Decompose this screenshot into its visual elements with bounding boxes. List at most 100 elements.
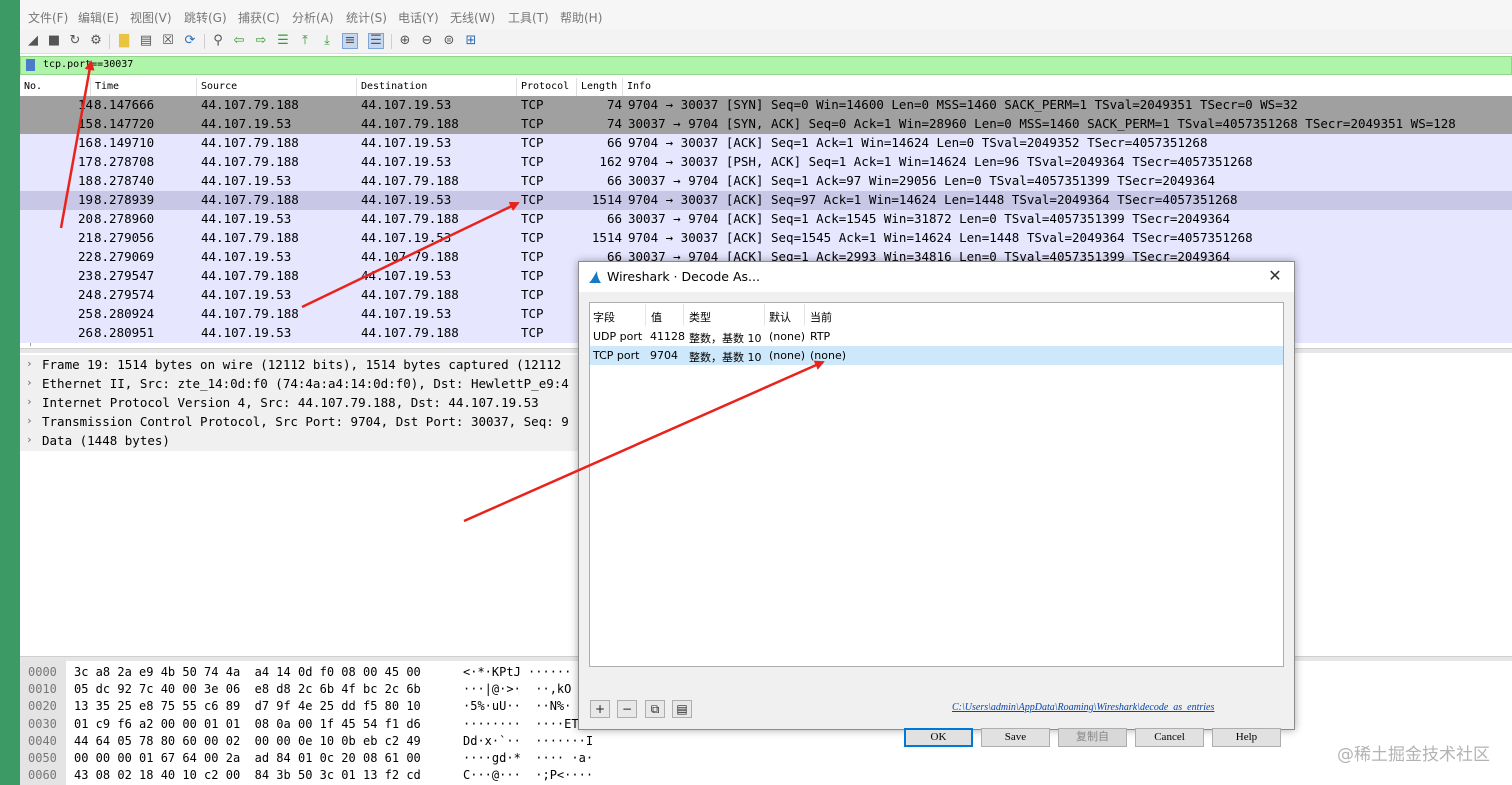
display-filter-input[interactable]: tcp.port==30037 <box>43 59 133 70</box>
menu-file[interactable]: 文件(F) <box>28 9 68 26</box>
packet-time: 8.280924 <box>94 306 155 321</box>
decode-row-udp[interactable]: UDP port 41128 整数，基数 10 (none) RTP <box>590 327 1283 346</box>
bytes-off[interactable]: 0050 <box>28 751 57 765</box>
menu-capture[interactable]: 捕获(C) <box>238 9 280 26</box>
bytes-hex[interactable]: 44 64 05 78 80 60 00 02 00 00 0e 10 0b e… <box>74 734 421 748</box>
bytes-ascii[interactable]: <·*·KPtJ ······ <box>463 665 571 679</box>
go-to-packet-icon[interactable]: ☰ <box>275 33 291 49</box>
save-button[interactable]: Save <box>981 728 1050 747</box>
bytes-off[interactable]: 0010 <box>28 682 57 696</box>
bytes-ascii[interactable]: Dd·x·`·· ·······I <box>463 734 593 748</box>
expand-arrow-icon[interactable]: › <box>26 433 33 446</box>
col-no[interactable]: No. <box>24 81 42 92</box>
menu-wireless[interactable]: 无线(W) <box>450 9 495 26</box>
bytes-off[interactable]: 0040 <box>28 734 57 748</box>
zoom-in-icon[interactable]: ⊕ <box>397 33 413 49</box>
go-forward-icon[interactable]: ⇨ <box>253 33 269 49</box>
row-current[interactable]: RTP <box>810 330 830 343</box>
reload-file-icon[interactable]: ⟳ <box>182 33 198 49</box>
packet-row[interactable]: 20 8.278960 44.107.19.53 44.107.79.188 TCP 66… <box>20 210 1512 229</box>
packet-row[interactable]: 19 8.278939 44.107.79.188 44.107.19.53 TCP 15… <box>20 191 1512 210</box>
bytes-hex[interactable]: 3c a8 2a e9 4b 50 74 4a a4 14 0d f0 08 0… <box>74 665 421 679</box>
close-file-icon[interactable]: ☒ <box>160 33 176 49</box>
close-icon[interactable]: ✕ <box>1266 266 1284 285</box>
remove-entry-button[interactable]: − <box>617 700 637 718</box>
bytes-hex[interactable]: 00 00 00 01 67 64 00 2a ad 84 01 0c 20 0… <box>74 751 421 765</box>
packet-row[interactable]: 21 8.279056 44.107.79.188 44.107.19.53 TCP 15… <box>20 229 1512 248</box>
zoom-out-icon[interactable]: ⊖ <box>419 33 435 49</box>
menu-help[interactable]: 帮助(H) <box>560 9 602 26</box>
packet-list-header: No. Time Source Destination Protocol Len… <box>20 78 1512 97</box>
cancel-button[interactable]: Cancel <box>1135 728 1204 747</box>
display-filter-bar[interactable]: tcp.port==30037 <box>20 56 1512 75</box>
col-info[interactable]: Info <box>627 81 651 92</box>
bytes-off[interactable]: 0020 <box>28 699 57 713</box>
bytes-ascii[interactable]: ····gd·* ···· ·a· <box>463 751 593 765</box>
find-packet-icon[interactable]: ⚲ <box>210 33 226 49</box>
packet-row[interactable]: 14 8.147666 44.107.79.188 44.107.19.53 TCP 74… <box>20 96 1512 115</box>
decode-row-tcp[interactable]: TCP port 9704 整数，基数 10 (none) (none) <box>590 346 1283 365</box>
help-button[interactable]: Help <box>1212 728 1281 747</box>
packet-row[interactable]: 16 8.149710 44.107.79.188 44.107.19.53 TCP 66… <box>20 134 1512 153</box>
start-capture-icon[interactable]: ◢ <box>25 33 41 49</box>
last-packet-icon[interactable]: ⤓ <box>319 33 335 49</box>
col-length[interactable]: Length <box>581 81 617 92</box>
decode-as-file-path-link[interactable]: C:\Users\admin\AppData\Roaming\Wireshark… <box>952 702 1214 713</box>
open-file-icon[interactable]: ▇ <box>116 33 132 49</box>
bytes-ascii[interactable]: C···@··· ·;P<···· <box>463 768 593 782</box>
packet-row[interactable]: 17 8.278708 44.107.79.188 44.107.19.53 TCP 16… <box>20 153 1512 172</box>
colorize-icon[interactable]: ☰ <box>368 33 384 49</box>
bytes-off[interactable]: 0060 <box>28 768 57 782</box>
copy-entry-icon[interactable]: ⧉ <box>645 700 665 718</box>
packet-row[interactable]: 18 8.278740 44.107.19.53 44.107.79.188 TCP 66… <box>20 172 1512 191</box>
restart-capture-icon[interactable]: ↻ <box>67 33 83 49</box>
resize-columns-icon[interactable]: ⊞ <box>463 33 479 49</box>
packet-dst: 44.107.79.188 <box>361 173 459 188</box>
col-type[interactable]: 类型 <box>689 309 711 325</box>
menu-statistics[interactable]: 统计(S) <box>346 9 387 26</box>
bytes-off[interactable]: 0000 <box>28 665 57 679</box>
go-back-icon[interactable]: ⇦ <box>231 33 247 49</box>
col-time[interactable]: Time <box>95 81 119 92</box>
col-field[interactable]: 字段 <box>593 309 615 325</box>
packet-info: 30037 → 9704 [ACK] Seq=1 Ack=97 Win=2905… <box>628 173 1215 188</box>
normal-size-icon[interactable]: ⊜ <box>441 33 457 49</box>
packet-row[interactable]: 15 8.147720 44.107.19.53 44.107.79.188 TCP 74… <box>20 115 1512 134</box>
bytes-hex[interactable]: 05 dc 92 7c 40 00 3e 06 e8 d8 2c 6b 4f b… <box>74 682 421 696</box>
expand-arrow-icon[interactable]: › <box>26 414 33 427</box>
stop-capture-icon[interactable]: ■ <box>46 33 62 49</box>
clear-entries-icon[interactable]: ▤ <box>672 700 692 718</box>
menu-telephony[interactable]: 电话(Y) <box>398 9 439 26</box>
auto-scroll-icon[interactable]: ≡ <box>342 33 358 49</box>
expand-arrow-icon[interactable]: › <box>26 395 33 408</box>
expand-arrow-icon[interactable]: › <box>26 376 33 389</box>
menu-view[interactable]: 视图(V) <box>130 9 172 26</box>
expand-arrow-icon[interactable]: › <box>26 357 33 370</box>
menu-analyze[interactable]: 分析(A) <box>292 9 334 26</box>
col-protocol[interactable]: Protocol <box>521 81 569 92</box>
col-destination[interactable]: Destination <box>361 81 427 92</box>
bytes-ascii[interactable]: ·5%·uU·· ··N%· <box>463 699 571 713</box>
add-entry-button[interactable]: + <box>590 700 610 718</box>
filter-bookmark-icon[interactable] <box>26 59 35 71</box>
col-source[interactable]: Source <box>201 81 237 92</box>
capture-options-icon[interactable]: ⚙ <box>88 33 104 49</box>
save-file-icon[interactable]: ▤ <box>138 33 154 49</box>
first-packet-icon[interactable]: ⤒ <box>297 33 313 49</box>
col-value[interactable]: 值 <box>651 309 662 325</box>
menu-edit[interactable]: 编辑(E) <box>78 9 119 26</box>
ok-button[interactable]: OK <box>904 728 973 747</box>
col-current[interactable]: 当前 <box>810 309 832 325</box>
bytes-hex[interactable]: 13 35 25 e8 75 55 c6 89 d7 9f 4e 25 dd f… <box>74 699 421 713</box>
col-default[interactable]: 默认 <box>769 309 791 325</box>
row-current[interactable]: (none) <box>810 349 846 362</box>
packet-time: 8.278740 <box>94 173 155 188</box>
bytes-ascii[interactable]: ···|@·>· ··,kO <box>463 682 571 696</box>
bytes-ascii[interactable]: ········ ····ET <box>463 717 579 731</box>
packet-proto: TCP <box>521 306 544 321</box>
menu-go[interactable]: 跳转(G) <box>184 9 227 26</box>
menu-tools[interactable]: 工具(T) <box>508 9 549 26</box>
bytes-hex[interactable]: 43 08 02 18 40 10 c2 00 84 3b 50 3c 01 1… <box>74 768 421 782</box>
bytes-off[interactable]: 0030 <box>28 717 57 731</box>
bytes-hex[interactable]: 01 c9 f6 a2 00 00 01 01 08 0a 00 1f 45 5… <box>74 717 421 731</box>
